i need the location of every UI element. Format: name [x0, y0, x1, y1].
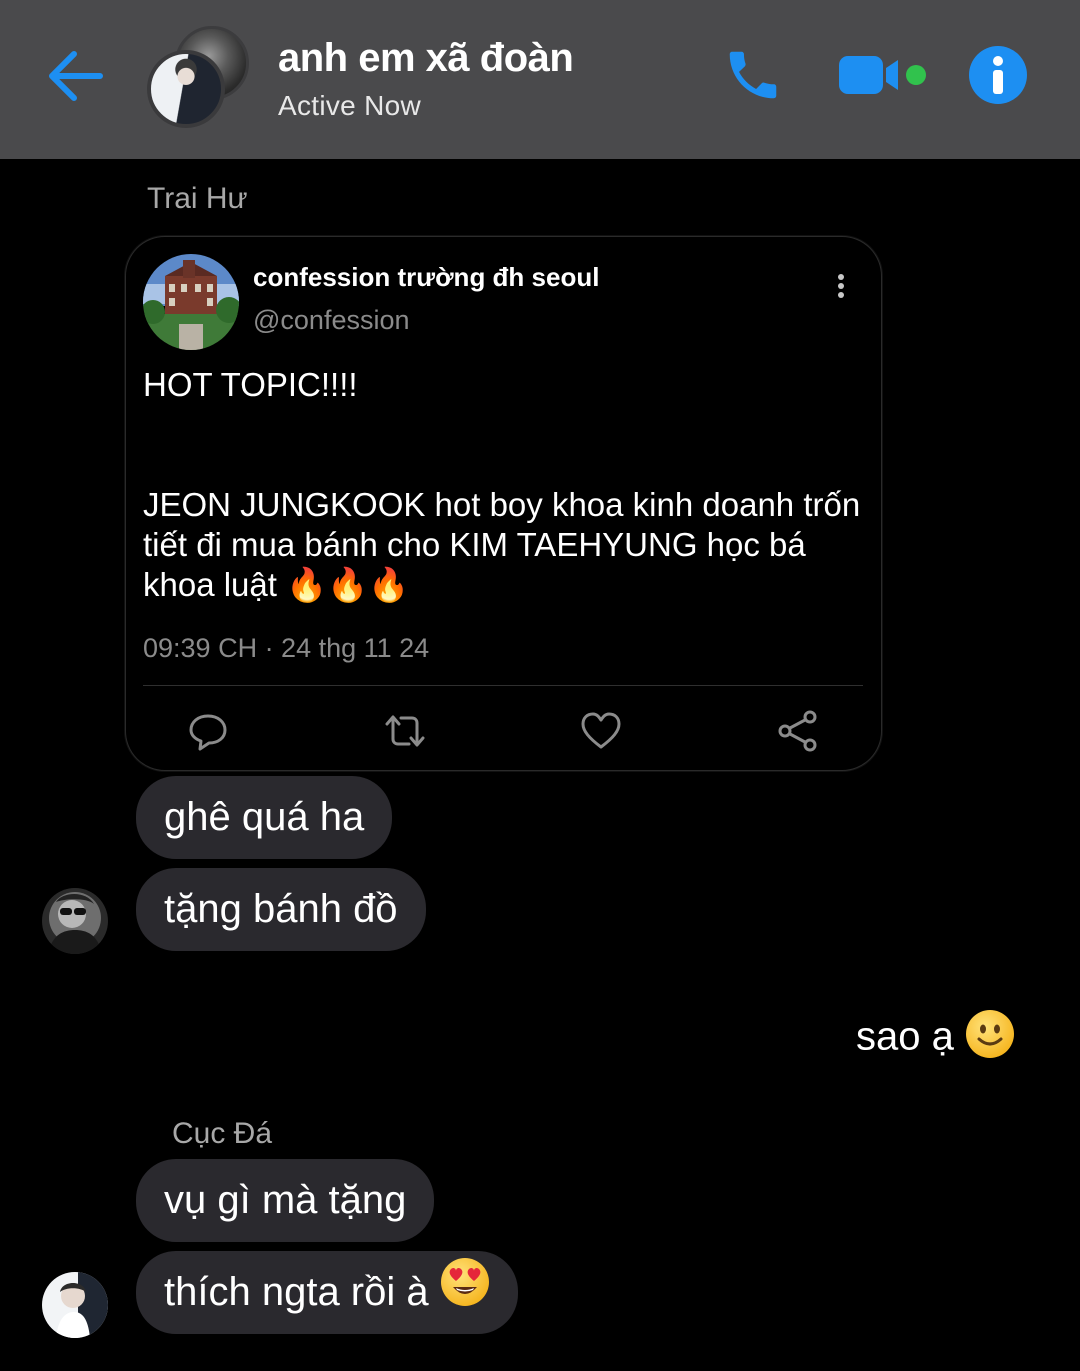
- outgoing-message[interactable]: sao ạ: [856, 1009, 1015, 1069]
- active-status: Active Now: [278, 90, 422, 121]
- retweet-icon: [385, 715, 425, 747]
- tweet-like-button[interactable]: [579, 709, 623, 753]
- message-bubble[interactable]: vụ gì mà tặng: [136, 1159, 435, 1242]
- tweet-more-button[interactable]: [826, 271, 856, 301]
- group-avatar[interactable]: [145, 26, 255, 128]
- info-button[interactable]: [968, 45, 1028, 105]
- voice-call-button[interactable]: [722, 44, 784, 106]
- sender-avatar[interactable]: [42, 1272, 108, 1338]
- sender-name: Trai Hư: [147, 182, 248, 215]
- tweet-author-handle[interactable]: @confession: [253, 305, 410, 336]
- tweet-divider: [143, 685, 863, 686]
- tweet-share-button[interactable]: [776, 709, 820, 753]
- shared-tweet-card[interactable]: confession trường đh seoul @confession H…: [125, 236, 882, 771]
- tweet-retweet-button[interactable]: [383, 709, 427, 753]
- sender-name: Cục Đá: [172, 1117, 273, 1150]
- tweet-author-avatar[interactable]: [143, 254, 239, 350]
- info-icon: [969, 46, 1027, 104]
- sender-avatar[interactable]: [42, 888, 108, 954]
- phone-icon: [729, 51, 777, 99]
- heart-icon: [581, 712, 621, 749]
- vertical-ellipsis-icon: [838, 274, 844, 298]
- tweet-author-name[interactable]: confession trường đh seoul: [253, 262, 599, 293]
- tweet-reply-button[interactable]: [186, 709, 230, 753]
- tweet-body: HOT TOPIC!!!! JEON JUNGKOOK hot boy khoa…: [143, 366, 861, 603]
- chat-header: anh em xã đoàn Active Now: [0, 0, 1080, 159]
- message-bubble[interactable]: tặng bánh đồ: [136, 868, 426, 951]
- smiling-face-icon: [965, 1009, 1015, 1069]
- arrow-left-icon: [49, 51, 103, 101]
- outgoing-message-text: sao ạ: [856, 1014, 954, 1059]
- back-button[interactable]: [44, 48, 104, 104]
- tweet-timestamp: 09:39 CH · 24 thg 11 24: [143, 633, 430, 663]
- message-bubble[interactable]: thích ngta rồi à: [136, 1251, 518, 1334]
- share-nodes-icon: [778, 710, 817, 752]
- message-text: thích ngta rồi à: [164, 1270, 429, 1314]
- heart-eyes-face-icon: [440, 1253, 490, 1336]
- video-call-button[interactable]: [836, 50, 936, 100]
- video-camera-icon: [839, 56, 926, 94]
- member-avatar-front: [147, 50, 225, 128]
- message-bubble[interactable]: ghê quá ha: [136, 776, 393, 859]
- speech-bubble-icon: [189, 714, 227, 751]
- group-title[interactable]: anh em xã đoàn: [278, 36, 574, 81]
